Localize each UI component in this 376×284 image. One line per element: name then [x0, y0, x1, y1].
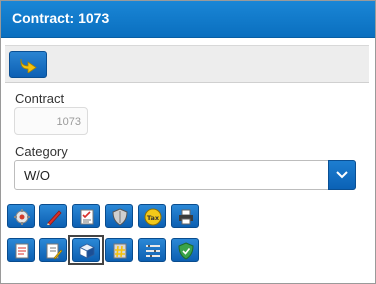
- edit-button[interactable]: [39, 204, 67, 228]
- settings-button[interactable]: [7, 204, 35, 228]
- hash-document-button[interactable]: [105, 238, 133, 262]
- window-title: Contract: 1073: [12, 10, 110, 26]
- document-list-button[interactable]: [7, 238, 35, 262]
- shield-icon: [112, 208, 128, 226]
- green-shield-button[interactable]: [171, 238, 199, 262]
- list-button[interactable]: [138, 238, 166, 262]
- hash-document-icon: [113, 243, 127, 259]
- yellow-return-arrow-icon: [20, 58, 37, 73]
- shield-button[interactable]: [105, 204, 133, 228]
- back-button[interactable]: [9, 51, 47, 78]
- tax-button[interactable]: Tax: [138, 204, 166, 228]
- toolbar: [5, 45, 369, 83]
- category-label: Category: [15, 144, 68, 159]
- list-lines-icon: [146, 245, 160, 257]
- printer-icon: [179, 209, 193, 225]
- tax-text: Tax: [147, 214, 160, 222]
- contract-field: 1073: [14, 107, 88, 135]
- title-bar: Contract: 1073: [1, 1, 375, 38]
- category-selected-value: W/O: [24, 168, 50, 183]
- document-list-icon: [15, 243, 29, 259]
- tax-coin-icon: Tax: [144, 208, 162, 226]
- document-edit-button[interactable]: [39, 238, 67, 262]
- document-pencil-icon: [46, 243, 63, 260]
- category-dropdown-button[interactable]: [328, 160, 356, 190]
- chevron-down-icon: [336, 171, 348, 179]
- gear-settings-icon: [14, 209, 30, 225]
- contract-window: Contract: 1073 Contract 1073 Category W/…: [0, 0, 376, 284]
- selected-button-highlight: [68, 235, 104, 265]
- print-button[interactable]: [171, 204, 199, 228]
- checklist-document-icon: [80, 209, 94, 225]
- green-shield-icon: [178, 242, 194, 260]
- checklist-button[interactable]: [72, 204, 100, 228]
- pencil-edit-icon: [47, 210, 62, 226]
- contract-label: Contract: [15, 91, 65, 106]
- category-select[interactable]: W/O: [14, 160, 356, 190]
